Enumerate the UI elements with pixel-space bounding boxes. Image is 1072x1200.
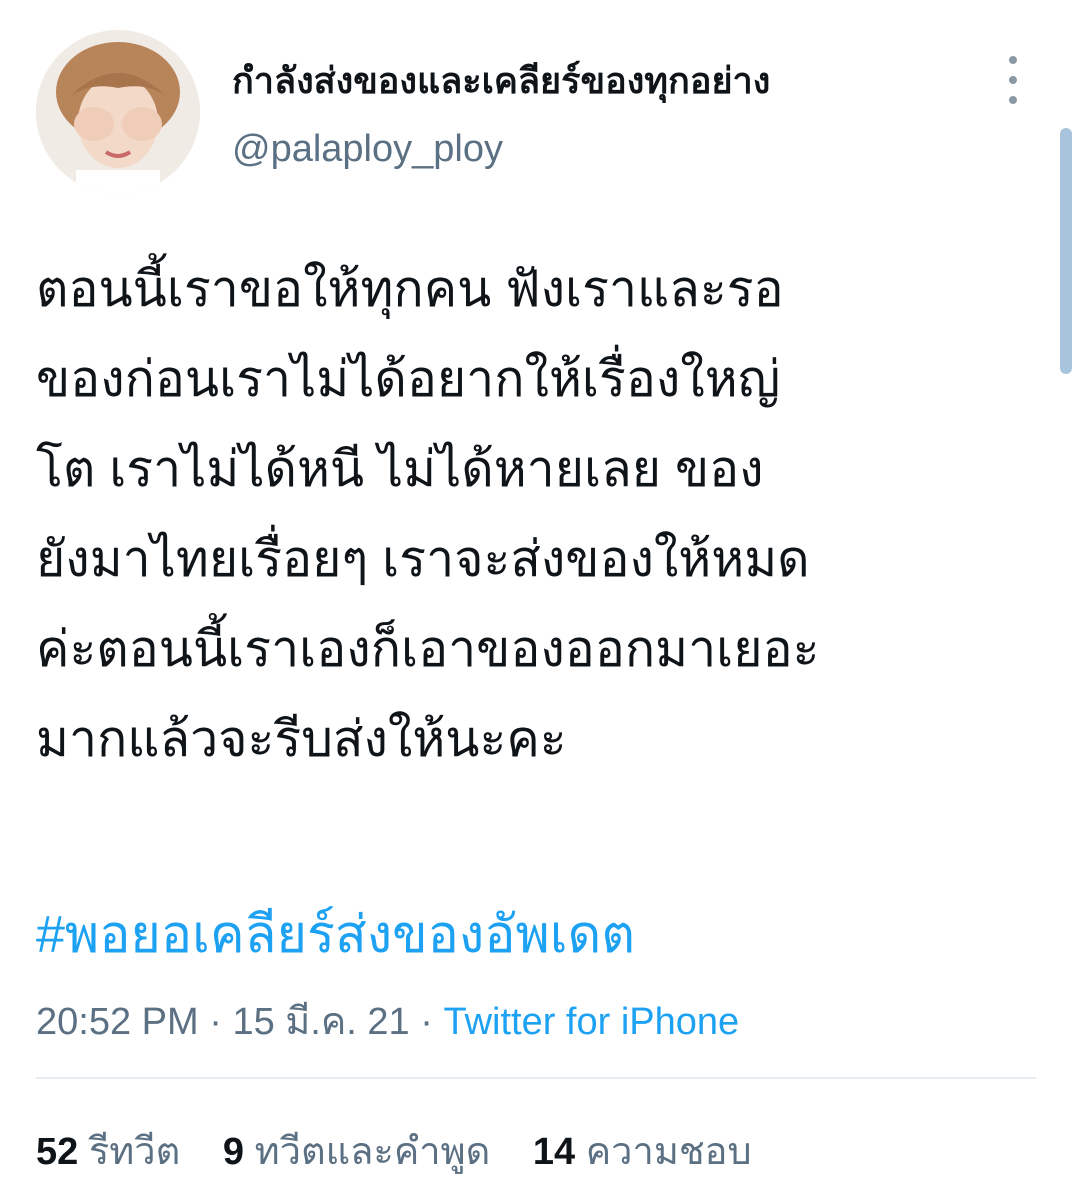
- tweet-line: ยังมาไทยเรื่อยๆ เราจะส่งของให้หมด: [36, 531, 810, 587]
- avatar-image: [36, 30, 200, 194]
- likes-label: ความชอบ: [585, 1131, 752, 1173]
- engagement-stats: 52 รีทวีต 9 ทวีตและคำพูด 14 ความชอบ: [36, 1120, 784, 1181]
- quote-tweets-stat[interactable]: 9 ทวีตและคำพูด: [223, 1131, 501, 1173]
- quote-tweets-count: 9: [222, 1131, 245, 1173]
- more-dot-icon: [1009, 96, 1017, 104]
- hashtag-link[interactable]: #พอยอเคลียร์ส่งของอัพเดต: [36, 892, 635, 975]
- scrollbar[interactable]: [1060, 128, 1072, 374]
- divider: [36, 1077, 1036, 1079]
- more-options-button[interactable]: [998, 56, 1028, 104]
- tweet-line: ตอนนี้เราขอให้ทุกคน ฟังเราและรอ: [36, 261, 784, 317]
- tweet-metadata: 20:52 PM · 15 มี.ค. 21 · Twitter for iPh…: [36, 990, 739, 1051]
- tweet-source-link[interactable]: Twitter for iPhone: [443, 1001, 739, 1043]
- retweets-stat[interactable]: 52 รีทวีต: [36, 1131, 191, 1173]
- likes-stat[interactable]: 14 ความชอบ: [533, 1131, 752, 1173]
- retweets-label: รีทวีต: [88, 1131, 181, 1173]
- user-handle[interactable]: @palaploy_ploy: [232, 128, 503, 171]
- tweet-time[interactable]: 20:52 PM: [36, 1001, 199, 1043]
- tweet-line: โต เราไม่ได้หนี ไม่ได้หายเลย ของ: [36, 441, 764, 497]
- retweets-count: 52: [36, 1131, 79, 1173]
- tweet-date[interactable]: 15 มี.ค. 21: [232, 1001, 409, 1043]
- tweet-line: ค่ะตอนนี้เราเองก็เอาของออกมาเยอะ: [36, 621, 820, 677]
- meta-separator: ·: [209, 1001, 222, 1043]
- display-name[interactable]: กำลังส่งของและเคลียร์ของทุกอย่าง: [232, 52, 770, 109]
- avatar[interactable]: [36, 30, 200, 194]
- tweet-line: ของก่อนเราไม่ได้อยากให้เรื่องใหญ่: [36, 351, 781, 407]
- meta-separator: ·: [420, 1001, 433, 1043]
- likes-count: 14: [532, 1131, 576, 1173]
- quote-tweets-label: ทวีตและคำพูด: [254, 1131, 491, 1173]
- more-dot-icon: [1009, 56, 1017, 64]
- tweet-text: ตอนนี้เราขอให้ทุกคน ฟังเราและรอ ของก่อนเ…: [36, 244, 1026, 784]
- more-dot-icon: [1009, 76, 1017, 84]
- tweet-line: มากแล้วจะรีบส่งให้นะคะ: [36, 711, 567, 767]
